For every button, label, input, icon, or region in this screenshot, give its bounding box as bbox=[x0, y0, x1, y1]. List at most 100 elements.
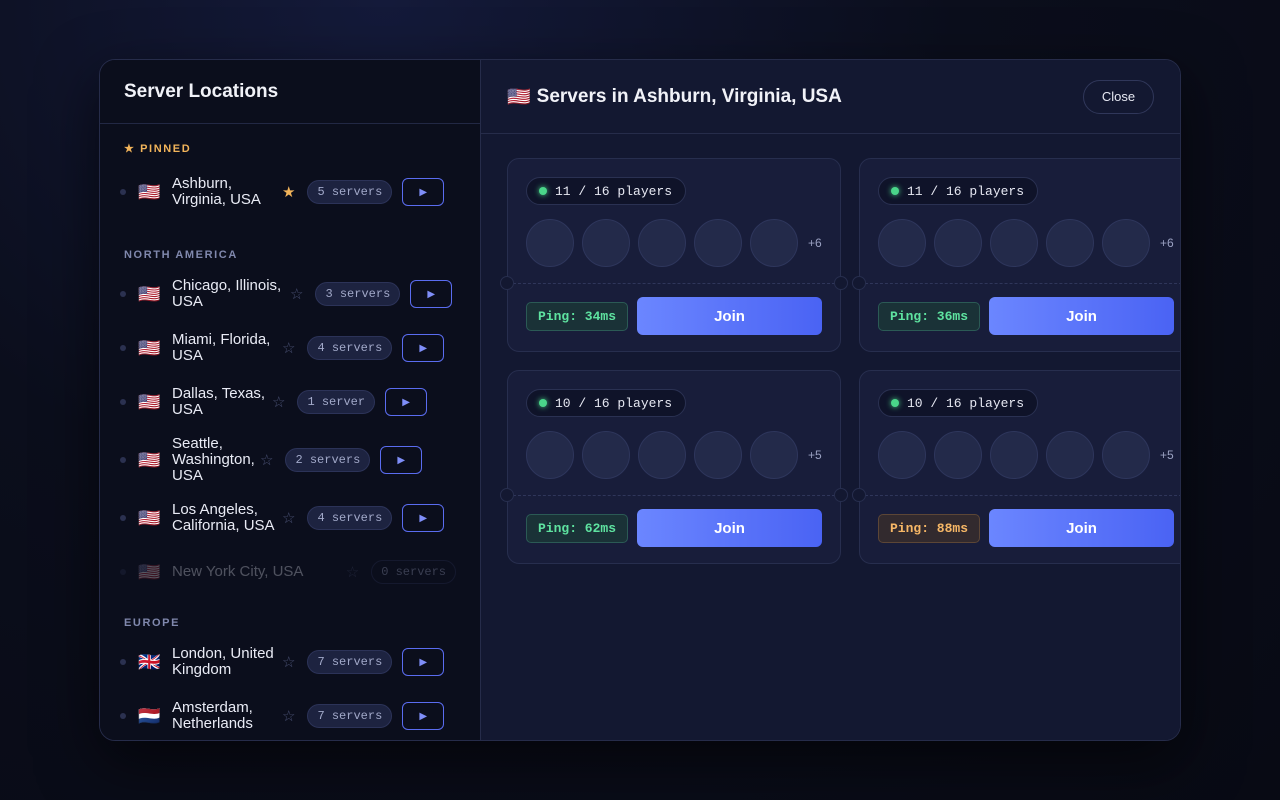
play-button[interactable]: ▶ bbox=[380, 446, 423, 474]
ticket-divider bbox=[508, 283, 840, 284]
ticket-notch bbox=[834, 488, 848, 502]
location-item[interactable]: 🇺🇸 Miami, Florida, USA ☆ 4 servers ▶ bbox=[120, 321, 456, 375]
location-item[interactable]: 🇺🇸 Chicago, Illinois, USA ☆ 3 servers ▶ bbox=[120, 267, 456, 321]
server-count-badge: 3 servers bbox=[315, 282, 401, 306]
play-icon: ▶ bbox=[427, 288, 436, 300]
ping-badge: Ping: 36ms bbox=[878, 302, 981, 331]
play-icon: ▶ bbox=[419, 342, 428, 354]
more-players-count: +6 bbox=[1160, 236, 1174, 250]
pinned-list: 🇺🇸 Ashburn, Virginia, USA ★ 5 servers ▶ bbox=[120, 165, 456, 219]
location-name: Seattle, Washington, USA bbox=[172, 435, 255, 484]
avatar bbox=[750, 219, 798, 267]
avatar bbox=[750, 431, 798, 479]
server-card: 10 / 16 players +5 Ping: 62ms Join bbox=[500, 370, 848, 564]
join-button[interactable]: Join bbox=[989, 509, 1174, 547]
avatar bbox=[878, 431, 926, 479]
play-button[interactable]: ▶ bbox=[402, 334, 445, 362]
location-item[interactable]: 🇺🇸 Dallas, Texas, USA ☆ 1 server ▶ bbox=[120, 375, 456, 429]
server-panel: 🇺🇸 Servers in Ashburn, Virginia, USA Clo… bbox=[481, 60, 1180, 740]
ping-badge: Ping: 88ms bbox=[878, 514, 981, 543]
ticket-divider bbox=[860, 495, 1180, 496]
play-button[interactable]: ▶ bbox=[402, 702, 445, 730]
avatar bbox=[1102, 431, 1150, 479]
status-dot bbox=[120, 515, 126, 521]
status-dot bbox=[120, 569, 126, 575]
join-button[interactable]: Join bbox=[637, 509, 822, 547]
status-dot bbox=[120, 189, 126, 195]
server-count-badge: 7 servers bbox=[307, 650, 393, 674]
star-filled-icon[interactable]: ★ bbox=[282, 183, 295, 201]
ticket-notch bbox=[834, 276, 848, 290]
close-button[interactable]: Close bbox=[1083, 79, 1154, 114]
player-avatars: +6 bbox=[878, 219, 1174, 267]
online-indicator-icon bbox=[891, 399, 899, 407]
join-button[interactable]: Join bbox=[989, 297, 1174, 335]
star-outline-icon[interactable]: ☆ bbox=[282, 707, 295, 725]
ticket-notch bbox=[852, 276, 866, 290]
star-outline-icon[interactable]: ☆ bbox=[282, 339, 295, 357]
flag-icon: 🇺🇸 bbox=[138, 508, 161, 528]
location-item[interactable]: 🇺🇸 Ashburn, Virginia, USA ★ 5 servers ▶ bbox=[120, 165, 456, 219]
avatar bbox=[638, 431, 686, 479]
avatar bbox=[1046, 219, 1094, 267]
play-button[interactable]: ▶ bbox=[385, 388, 428, 416]
play-button[interactable]: ▶ bbox=[402, 178, 445, 206]
server-card: 11 / 16 players +6 Ping: 36ms Join bbox=[852, 158, 1180, 352]
avatar bbox=[526, 219, 574, 267]
flag-icon: 🇬🇧 bbox=[138, 652, 161, 672]
play-button[interactable]: ▶ bbox=[402, 504, 445, 532]
location-name: Los Angeles, California, USA bbox=[172, 501, 275, 534]
avatar bbox=[694, 219, 742, 267]
avatar bbox=[878, 219, 926, 267]
avatar bbox=[990, 219, 1038, 267]
status-dot bbox=[120, 457, 126, 463]
join-button[interactable]: Join bbox=[637, 297, 822, 335]
avatar bbox=[990, 431, 1038, 479]
play-button[interactable]: ▶ bbox=[410, 280, 453, 308]
player-count: 10 / 16 players bbox=[907, 395, 1025, 411]
player-count-pill: 10 / 16 players bbox=[526, 389, 687, 417]
online-indicator-icon bbox=[891, 187, 899, 195]
location-list[interactable]: ★ PINNED 🇺🇸 Ashburn, Virginia, USA ★ 5 serv… bbox=[100, 124, 480, 740]
location-item[interactable]: 🇳🇱 Amsterdam, Netherlands ☆ 7 servers ▶ bbox=[120, 689, 456, 740]
status-dot bbox=[120, 713, 126, 719]
play-icon: ▶ bbox=[397, 454, 406, 466]
play-button[interactable]: ▶ bbox=[402, 648, 445, 676]
star-outline-icon[interactable]: ☆ bbox=[260, 451, 273, 469]
section-label-north-america: NORTH AMERICA bbox=[124, 249, 238, 261]
star-outline-icon[interactable]: ☆ bbox=[290, 285, 303, 303]
flag-icon: 🇺🇸 bbox=[138, 450, 161, 470]
server-locations-modal: Server Locations ★ PINNED 🇺🇸 Ashburn, Vir… bbox=[99, 59, 1181, 741]
server-card: 10 / 16 players +5 Ping: 88ms Join bbox=[852, 370, 1180, 564]
player-avatars: +5 bbox=[878, 431, 1174, 479]
location-name: Ashburn, Virginia, USA bbox=[172, 175, 261, 208]
star-outline-icon[interactable]: ☆ bbox=[282, 653, 295, 671]
avatar bbox=[526, 431, 574, 479]
player-avatars: +5 bbox=[526, 431, 822, 479]
play-icon: ▶ bbox=[419, 656, 428, 668]
location-name: Dallas, Texas, USA bbox=[172, 385, 266, 418]
ping-badge: Ping: 62ms bbox=[526, 514, 629, 543]
avatar bbox=[582, 431, 630, 479]
player-avatars: +6 bbox=[526, 219, 822, 267]
avatar bbox=[694, 431, 742, 479]
play-icon: ▶ bbox=[419, 186, 428, 198]
avatar bbox=[934, 219, 982, 267]
ticket-notch bbox=[500, 276, 514, 290]
location-item[interactable]: 🇬🇧 London, United Kingdom ☆ 7 servers ▶ bbox=[120, 635, 456, 689]
star-outline-icon[interactable]: ☆ bbox=[272, 393, 285, 411]
location-item[interactable]: 🇺🇸 Los Angeles, California, USA ☆ 4 servers… bbox=[120, 491, 456, 545]
flag-icon: 🇺🇸 bbox=[138, 182, 161, 202]
ticket-notch bbox=[500, 488, 514, 502]
star-outline-icon[interactable]: ☆ bbox=[282, 509, 295, 527]
flag-icon: 🇺🇸 bbox=[138, 338, 161, 358]
avatar bbox=[582, 219, 630, 267]
flag-icon: 🇺🇸 bbox=[138, 392, 161, 412]
flag-icon: 🇳🇱 bbox=[138, 706, 161, 726]
server-count-badge: 5 servers bbox=[307, 180, 393, 204]
server-count-badge: 4 servers bbox=[307, 506, 393, 530]
location-item[interactable]: 🇺🇸 Seattle, Washington, USA ☆ 2 servers ▶ bbox=[120, 429, 456, 491]
sidebar: Server Locations ★ PINNED 🇺🇸 Ashburn, Vir… bbox=[100, 60, 481, 740]
location-name: London, United Kingdom bbox=[172, 645, 274, 678]
location-name: New York City, USA bbox=[172, 563, 304, 580]
